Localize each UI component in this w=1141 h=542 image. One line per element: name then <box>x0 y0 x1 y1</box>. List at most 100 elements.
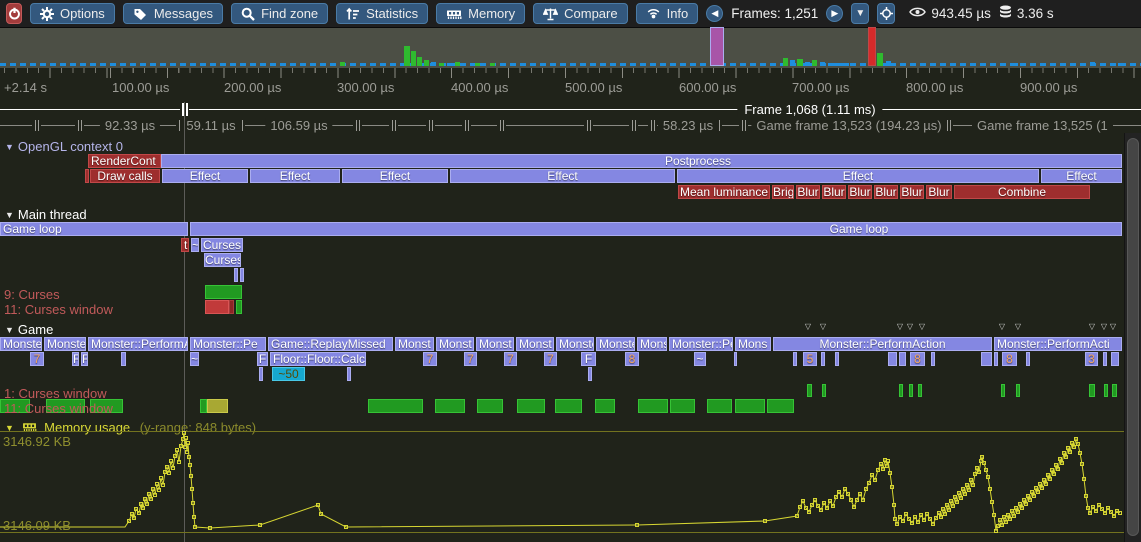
zone[interactable]: ti <box>181 238 189 252</box>
zone[interactable]: 7 <box>544 352 557 366</box>
zone[interactable]: Combine <box>954 185 1090 199</box>
zone[interactable]: Effect <box>342 169 448 183</box>
message-marker[interactable]: ▽ <box>919 322 925 331</box>
histogram-bar[interactable] <box>340 62 345 66</box>
zone[interactable] <box>1026 352 1030 366</box>
zone[interactable]: 7 <box>423 352 437 366</box>
zone[interactable]: 7 <box>464 352 477 366</box>
message-marker[interactable]: ▽ <box>1015 322 1021 331</box>
zone[interactable] <box>207 399 228 413</box>
zone[interactable]: Monster::PerformActi <box>994 337 1122 351</box>
zone[interactable] <box>555 399 582 413</box>
message-marker[interactable]: ▽ <box>1101 322 1107 331</box>
zone[interactable]: RenderCont <box>88 154 161 168</box>
zone[interactable]: Game::ReplayMissed <box>268 337 393 351</box>
zone[interactable]: ~ <box>694 352 706 366</box>
zone[interactable] <box>200 399 207 413</box>
histogram-bar[interactable] <box>783 58 788 66</box>
histogram-bar[interactable] <box>447 63 452 66</box>
zone[interactable] <box>807 384 812 397</box>
histogram-bar[interactable] <box>1118 63 1123 66</box>
zone[interactable]: Monst <box>516 337 554 351</box>
zone[interactable] <box>259 367 263 381</box>
zone[interactable]: Monst <box>476 337 514 351</box>
zone[interactable] <box>595 399 615 413</box>
options-button[interactable]: Options <box>30 3 115 24</box>
zone[interactable] <box>1016 384 1020 397</box>
info-button[interactable]: Info <box>636 3 699 24</box>
zone[interactable] <box>888 352 897 366</box>
zone[interactable]: Postprocess <box>161 154 1122 168</box>
zone[interactable]: Curses <box>204 253 241 267</box>
statistics-button[interactable]: Statistics <box>336 3 428 24</box>
zone[interactable] <box>205 300 229 314</box>
zone[interactable] <box>121 352 126 366</box>
zone[interactable]: Effect <box>250 169 340 183</box>
zone[interactable] <box>909 384 913 397</box>
scrollbar-thumb[interactable] <box>1127 138 1139 536</box>
zone[interactable]: Brigh <box>772 185 794 199</box>
histogram-bar[interactable] <box>417 57 422 66</box>
prev-frame-button[interactable]: ◀ <box>706 5 723 22</box>
histogram-bar[interactable] <box>404 46 410 66</box>
zone[interactable] <box>793 352 797 366</box>
zone[interactable]: Monste <box>44 337 86 351</box>
zone[interactable] <box>735 399 765 413</box>
zone[interactable] <box>899 352 906 366</box>
zone[interactable]: Monst <box>395 337 434 351</box>
histogram-bar[interactable] <box>844 63 849 66</box>
histogram-bar[interactable] <box>490 63 495 66</box>
zone[interactable] <box>240 268 244 282</box>
histogram-bar[interactable] <box>455 62 460 66</box>
frame-sets-band[interactable]: 92.33 µs59.11 µs106.59 µs58.23 µsGame fr… <box>0 117 1141 133</box>
histogram-bar[interactable] <box>1040 63 1045 66</box>
histogram-bar[interactable] <box>439 63 444 66</box>
timeline-ruler[interactable]: +2.14 s100.00 µs200.00 µs300.00 µs400.00… <box>0 68 1141 101</box>
goto-frame-button[interactable] <box>877 3 895 24</box>
zone[interactable]: Blur <box>926 185 952 199</box>
message-marker[interactable]: ▽ <box>805 322 811 331</box>
zone[interactable] <box>981 352 992 366</box>
thread-header-opengl[interactable]: ▼OpenGL context 0 <box>5 139 123 154</box>
histogram-bar[interactable] <box>877 53 883 66</box>
message-marker[interactable]: ▽ <box>897 322 903 331</box>
histogram-bar[interactable] <box>868 27 876 66</box>
zone[interactable]: Mons <box>735 337 771 351</box>
zone[interactable]: 3 <box>1085 352 1098 366</box>
zone[interactable]: Effect <box>162 169 248 183</box>
frame-histogram[interactable] <box>0 28 1141 68</box>
histogram-bar[interactable] <box>820 62 825 66</box>
zone[interactable] <box>1089 384 1095 397</box>
histogram-bar[interactable] <box>424 60 429 66</box>
zone[interactable]: 5 <box>803 352 817 366</box>
zone[interactable] <box>821 352 825 366</box>
zone[interactable] <box>1104 384 1108 397</box>
zone[interactable] <box>1112 384 1117 397</box>
zone[interactable] <box>435 399 465 413</box>
histogram-bar[interactable] <box>828 63 833 66</box>
zone[interactable] <box>670 399 695 413</box>
find-zone-button[interactable]: Find zone <box>231 3 328 24</box>
zone[interactable]: Mons <box>637 337 667 351</box>
thread-header-game[interactable]: ▼Game <box>5 322 53 337</box>
zone[interactable] <box>229 300 234 314</box>
zone[interactable]: F <box>81 352 88 366</box>
zone[interactable]: Monster::Pe <box>190 337 266 351</box>
zone[interactable]: F <box>257 352 268 366</box>
frame-band[interactable]: Frame 1,068 (1.11 ms) <box>0 101 1141 117</box>
zone[interactable] <box>835 352 839 366</box>
zone[interactable]: Draw calls <box>90 169 160 183</box>
messages-button[interactable]: Messages <box>123 3 223 24</box>
histogram-bar[interactable] <box>1013 63 1018 66</box>
zone[interactable]: Monste <box>556 337 594 351</box>
zone[interactable]: Monster::Pe <box>669 337 733 351</box>
zone[interactable]: Effect <box>450 169 675 183</box>
zone[interactable] <box>368 399 423 413</box>
zone[interactable]: F <box>72 352 79 366</box>
zone[interactable]: ~ <box>191 238 199 252</box>
histogram-bar[interactable] <box>411 51 416 66</box>
zone[interactable]: Blur <box>874 185 898 199</box>
memory-button[interactable]: Memory <box>436 3 525 24</box>
scrollbar[interactable] <box>1124 133 1141 542</box>
zone[interactable]: Monste <box>596 337 635 351</box>
